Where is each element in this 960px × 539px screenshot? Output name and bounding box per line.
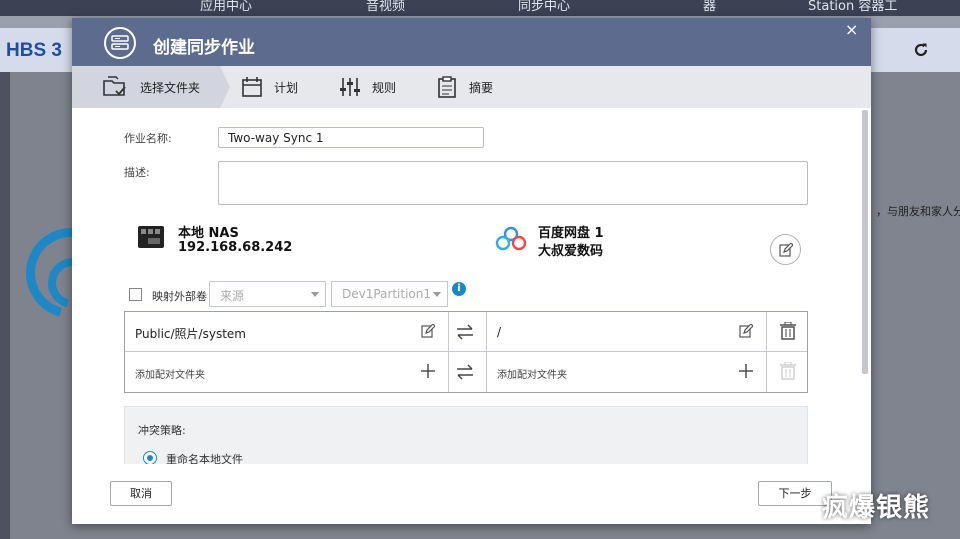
add-local-pair-label: 添加配对文件夹 <box>135 370 205 381</box>
sync-job-icon <box>104 27 136 59</box>
destination-account: 大叔爱数码 <box>538 244 604 259</box>
local-folder-path: Public/照片/system <box>135 327 246 341</box>
map-external-volume-checkbox[interactable] <box>129 288 142 301</box>
topbar-app-center[interactable]: 应用中心 <box>200 0 252 14</box>
job-name-label: 作业名称: <box>124 132 172 145</box>
two-way-sync-icon <box>457 324 473 340</box>
step-rules[interactable]: 规则 <box>340 66 396 108</box>
topbar-media[interactable]: 音视频 <box>366 0 405 14</box>
destination-device-name: 百度网盘 1 <box>538 226 604 241</box>
info-icon[interactable]: i <box>452 282 466 296</box>
refresh-icon[interactable] <box>912 40 930 64</box>
step-summary[interactable]: 摘要 <box>437 66 493 108</box>
edit-icon[interactable] <box>739 324 753 338</box>
remote-folder-path: / <box>497 325 502 339</box>
add-remote-pair-label: 添加配对文件夹 <box>497 370 567 381</box>
step-label: 规则 <box>372 80 397 95</box>
description-label: 描述: <box>124 166 150 179</box>
source-device-name: 本地 NAS <box>178 226 239 241</box>
conflict-policy-section: 冲突策略: 重命名本地文件 <box>124 406 808 464</box>
edit-destination-button[interactable] <box>770 234 801 265</box>
trash-icon <box>780 362 796 380</box>
next-button[interactable]: 下一步 <box>758 481 832 506</box>
dialog-header: 创建同步作业 × <box>72 18 871 66</box>
edit-icon <box>778 242 793 257</box>
step-schedule[interactable]: 计划 <box>242 66 298 108</box>
source-select[interactable]: 来源 <box>209 281 326 307</box>
source-device-address: 192.168.68.242 <box>178 240 293 255</box>
add-icon[interactable] <box>421 364 435 378</box>
folder-pair-table: Public/照片/system / 添加配对文件夹 添加配对文件夹 <box>124 311 808 393</box>
baidu-cloud-icon <box>493 225 529 257</box>
cancel-button[interactable]: 取消 <box>110 481 172 506</box>
close-icon[interactable]: × <box>845 20 858 39</box>
edit-icon[interactable] <box>421 324 435 338</box>
topbar-item-4[interactable]: 器 <box>703 0 716 14</box>
scrollbar[interactable] <box>862 110 868 374</box>
partition-select-value: Dev1Partition1 <box>342 287 432 301</box>
step-label: 计划 <box>274 80 299 95</box>
table-row: 添加配对文件夹 添加配对文件夹 <box>125 352 807 392</box>
wizard-steps: 选择文件夹 计划 规则 摘要 <box>72 66 871 108</box>
description-input[interactable] <box>218 161 808 205</box>
calendar-icon <box>242 77 262 97</box>
app-title: HBS 3 <box>6 40 62 61</box>
map-external-volume-label: 映射外部卷 <box>152 290 207 303</box>
dialog-title: 创建同步作业 <box>153 38 255 58</box>
job-name-input[interactable] <box>218 127 484 148</box>
create-sync-job-dialog: 创建同步作业 × 选择文件夹 计划 规则 摘要 作业名称: 描述: 本地 N <box>72 18 871 524</box>
watermark: 疯爆银熊 <box>822 493 931 523</box>
step-label: 选择文件夹 <box>140 80 201 95</box>
rename-local-label: 重命名本地文件 <box>166 453 243 464</box>
two-way-sync-icon <box>457 364 473 380</box>
dialog-content: 作业名称: 描述: 本地 NAS 192.168.68.242 百度网盘 1 大… <box>72 108 860 464</box>
background-topbar: 应用中心 音视频 同步中心 器 Station 容器工 <box>0 0 960 16</box>
trash-icon[interactable] <box>780 322 796 340</box>
rename-local-radio[interactable] <box>143 451 157 464</box>
topbar-container-station[interactable]: Station 容器工 <box>808 0 897 14</box>
source-select-value: 来源 <box>220 289 245 303</box>
clipboard-icon <box>438 76 456 98</box>
step-arrow <box>220 66 230 108</box>
add-icon[interactable] <box>739 364 753 378</box>
folder-check-icon <box>103 76 126 96</box>
step-label: 摘要 <box>469 80 494 95</box>
partition-select[interactable]: Dev1Partition1 <box>331 281 448 307</box>
conflict-policy-title: 冲突策略: <box>138 424 186 437</box>
topbar-sync-center[interactable]: 同步中心 <box>518 0 570 14</box>
nas-device-icon <box>138 226 164 248</box>
dialog-footer: 取消 下一步 <box>72 464 871 524</box>
step-select-folder[interactable]: 选择文件夹 <box>72 66 220 108</box>
table-row: Public/照片/system / <box>125 312 807 352</box>
background-content <box>871 72 960 539</box>
sliders-icon <box>340 78 360 96</box>
background-sidebar <box>0 72 10 539</box>
background-promo-text: ，与朋友和家人分 <box>876 205 960 218</box>
